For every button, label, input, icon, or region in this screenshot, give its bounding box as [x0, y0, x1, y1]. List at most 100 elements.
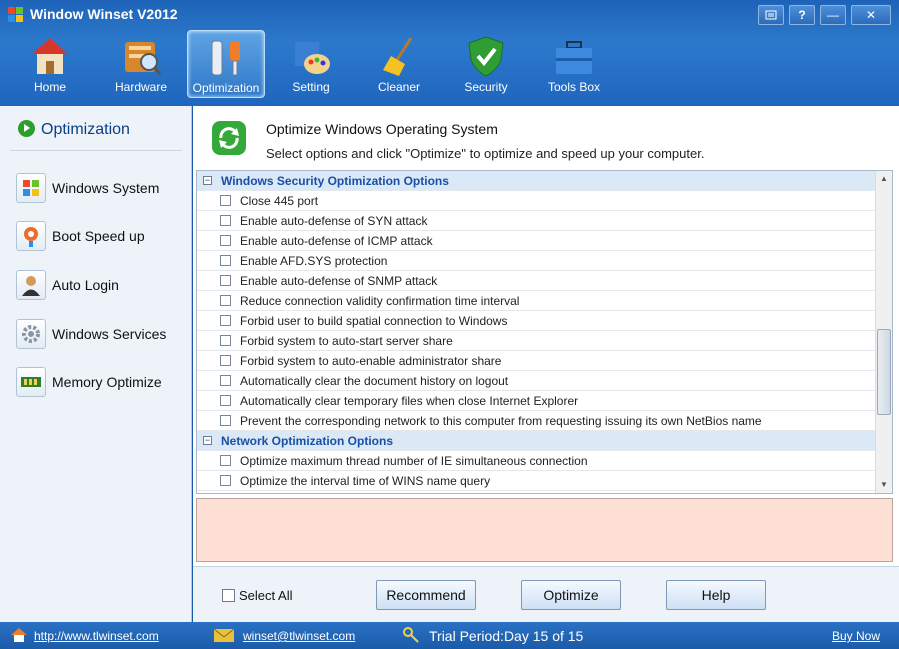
list-item[interactable]: Optimize maximum thread number of IE sim… — [197, 451, 875, 471]
vertical-scrollbar[interactable]: ▲ ▼ — [875, 171, 892, 493]
minimize-icon[interactable]: — — [820, 5, 846, 25]
checkbox[interactable] — [220, 255, 231, 266]
checkbox[interactable] — [220, 295, 231, 306]
nav-hardware-label: Hardware — [114, 80, 168, 94]
nav-security-label: Security — [464, 80, 508, 94]
checkbox[interactable] — [220, 335, 231, 346]
gear-icon — [16, 319, 46, 349]
checkbox[interactable] — [222, 589, 235, 602]
nav-cleaner[interactable]: Cleaner — [360, 30, 438, 98]
checkbox[interactable] — [220, 215, 231, 226]
list-item[interactable]: Enable auto-defense of ICMP attack — [197, 231, 875, 251]
status-bar: http://www.tlwinset.com winset@tlwinset.… — [0, 622, 899, 649]
paint-icon — [295, 42, 330, 74]
sidebar-item-windows-system[interactable]: Windows System — [16, 173, 186, 205]
trial-status: Trial Period:Day 15 of 15 — [429, 628, 584, 644]
checkbox[interactable] — [220, 475, 231, 486]
recommend-button[interactable]: Recommend — [376, 580, 476, 610]
rocket-icon — [16, 221, 46, 251]
list-item[interactable]: Close 445 port — [197, 191, 875, 211]
list-item[interactable]: Forbid system to auto-enable administrat… — [197, 351, 875, 371]
list-item[interactable]: Automatically clear the document history… — [197, 371, 875, 391]
checkbox[interactable] — [220, 415, 231, 426]
nav-toolsbox-label: Tools Box — [547, 80, 601, 94]
nav-hardware[interactable]: Hardware — [102, 30, 180, 98]
list-item[interactable]: Enable auto-defense of SYN attack — [197, 211, 875, 231]
list-item[interactable]: Enable auto-defense of SNMP attack — [197, 271, 875, 291]
sidebar-item-windows-services[interactable]: Windows Services — [16, 319, 186, 351]
website-link[interactable]: http://www.tlwinset.com — [34, 629, 159, 643]
checkbox[interactable] — [220, 395, 231, 406]
broom-icon — [383, 37, 413, 76]
checkbox[interactable] — [220, 315, 231, 326]
select-all-checkbox[interactable]: Select All — [222, 588, 292, 603]
checkbox[interactable] — [220, 195, 231, 206]
home-icon — [32, 38, 68, 74]
nav-optimization-label: Optimization — [192, 81, 260, 95]
optimize-button[interactable]: Optimize — [521, 580, 621, 610]
close-icon[interactable]: ✕ — [851, 5, 891, 25]
restore-icon[interactable] — [758, 5, 784, 25]
button-bar: Select All Recommend Optimize Help — [193, 566, 899, 622]
list-item[interactable]: Optimize the interval time of WINS name … — [197, 471, 875, 491]
list-item[interactable]: Forbid system to auto-start server share — [197, 331, 875, 351]
divider — [10, 150, 182, 151]
sidebar-item-label: Windows Services — [52, 326, 167, 342]
scroll-thumb[interactable] — [877, 329, 891, 415]
list-item[interactable]: Forbid user to build spatial connection … — [197, 311, 875, 331]
sidebar-item-boot-speed-up[interactable]: Boot Speed up — [16, 221, 186, 253]
nav-cleaner-label: Cleaner — [377, 80, 421, 94]
scroll-up-icon[interactable]: ▲ — [878, 172, 890, 186]
key-icon — [403, 627, 419, 643]
help-icon[interactable]: ? — [789, 5, 815, 25]
description-box — [196, 498, 893, 562]
shield-icon — [468, 36, 504, 77]
list-item[interactable]: Automatically clear temporary files when… — [197, 391, 875, 411]
scroll-down-icon[interactable]: ▼ — [878, 478, 890, 492]
collapse-icon[interactable]: − — [203, 436, 212, 445]
nav-home-label: Home — [33, 80, 66, 94]
group-header[interactable]: − Windows Security Optimization Options — [197, 171, 875, 191]
list-item[interactable]: Reduce connection validity confirmation … — [197, 291, 875, 311]
sidebar-item-label: Boot Speed up — [52, 228, 145, 244]
user-icon — [16, 270, 46, 300]
home-icon — [11, 628, 27, 642]
main-panel: Optimize Windows Operating System Select… — [193, 106, 899, 622]
help-button[interactable]: Help — [666, 580, 766, 610]
sidebar-heading: Optimization — [18, 120, 130, 139]
windows-icon — [16, 173, 46, 203]
email-link[interactable]: winset@tlwinset.com — [243, 629, 355, 643]
list-item[interactable]: Enable AFD.SYS protection — [197, 251, 875, 271]
nav-toolsbox[interactable]: Tools Box — [535, 30, 613, 98]
nav-home[interactable]: Home — [11, 30, 89, 98]
collapse-icon[interactable]: − — [203, 176, 212, 185]
title-bar: Window Winset V2012 ? — ✕ Home Hardware … — [0, 0, 899, 106]
sidebar-item-label: Auto Login — [52, 277, 119, 293]
panel-header: Optimize Windows Operating System Select… — [193, 106, 899, 164]
tools-icon — [211, 40, 240, 76]
list-item[interactable]: Prevent the corresponding network to thi… — [197, 411, 875, 431]
nav-optimization[interactable]: Optimization — [187, 30, 265, 98]
sidebar: Optimization Windows System Boot Speed u… — [0, 106, 192, 622]
refresh-icon — [212, 121, 246, 155]
toolbox-icon — [556, 41, 592, 74]
panel-subtitle: Select options and click "Optimize" to o… — [266, 146, 705, 161]
sidebar-item-label: Windows System — [52, 180, 160, 196]
buy-now-link[interactable]: Buy Now — [832, 629, 880, 643]
checkbox[interactable] — [220, 455, 231, 466]
hardware-icon — [125, 42, 162, 75]
nav-security[interactable]: Security — [447, 30, 525, 98]
group-header[interactable]: − Network Optimization Options — [197, 431, 875, 451]
checkbox[interactable] — [220, 375, 231, 386]
sidebar-item-memory-optimize[interactable]: Memory Optimize — [16, 367, 186, 399]
sidebar-item-label: Memory Optimize — [52, 374, 162, 390]
mail-icon — [213, 628, 235, 642]
checkbox[interactable] — [220, 235, 231, 246]
checkbox[interactable] — [220, 355, 231, 366]
memory-icon — [16, 367, 46, 397]
sidebar-item-auto-login[interactable]: Auto Login — [16, 270, 186, 302]
options-list[interactable]: − Windows Security Optimization Options C… — [196, 170, 893, 494]
nav-setting[interactable]: Setting — [272, 30, 350, 98]
play-icon — [18, 120, 35, 137]
checkbox[interactable] — [220, 275, 231, 286]
